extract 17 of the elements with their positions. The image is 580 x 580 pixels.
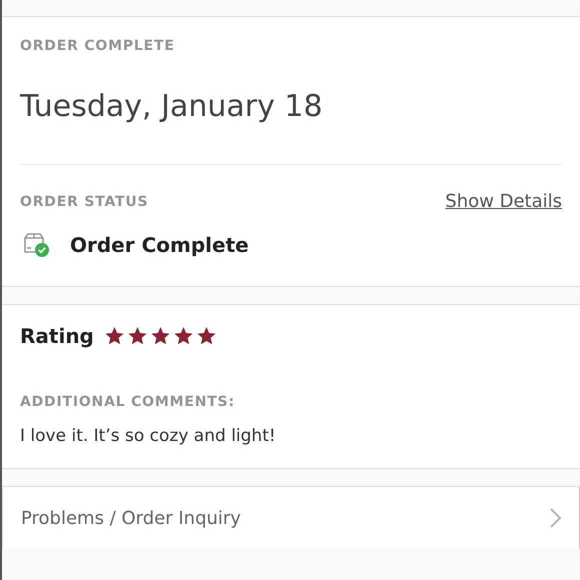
order-date: Tuesday, January 18 bbox=[20, 92, 324, 122]
section-label: ORDER STATUS bbox=[20, 194, 148, 210]
star-icon bbox=[104, 326, 125, 346]
show-details-link[interactable]: Show Details bbox=[445, 191, 562, 212]
inquiry-label: Problems / Order Inquiry bbox=[21, 508, 241, 528]
star-icon bbox=[150, 326, 171, 346]
inquiry-row[interactable]: Problems / Order Inquiry bbox=[2, 487, 580, 549]
comment-text: I love it. It’s so cozy and light! bbox=[20, 426, 277, 448]
star-icon bbox=[126, 326, 148, 346]
section-label: ADDITIONAL COMMENTS: bbox=[20, 394, 236, 410]
star-icon bbox=[172, 326, 194, 346]
status-text: Order Complete bbox=[70, 233, 249, 257]
star-icon bbox=[196, 326, 217, 346]
package-check-icon bbox=[22, 232, 50, 258]
rating-label: Rating bbox=[20, 324, 94, 348]
section-label: ORDER COMPLETE bbox=[20, 37, 176, 54]
chevron-right-icon bbox=[549, 507, 563, 529]
